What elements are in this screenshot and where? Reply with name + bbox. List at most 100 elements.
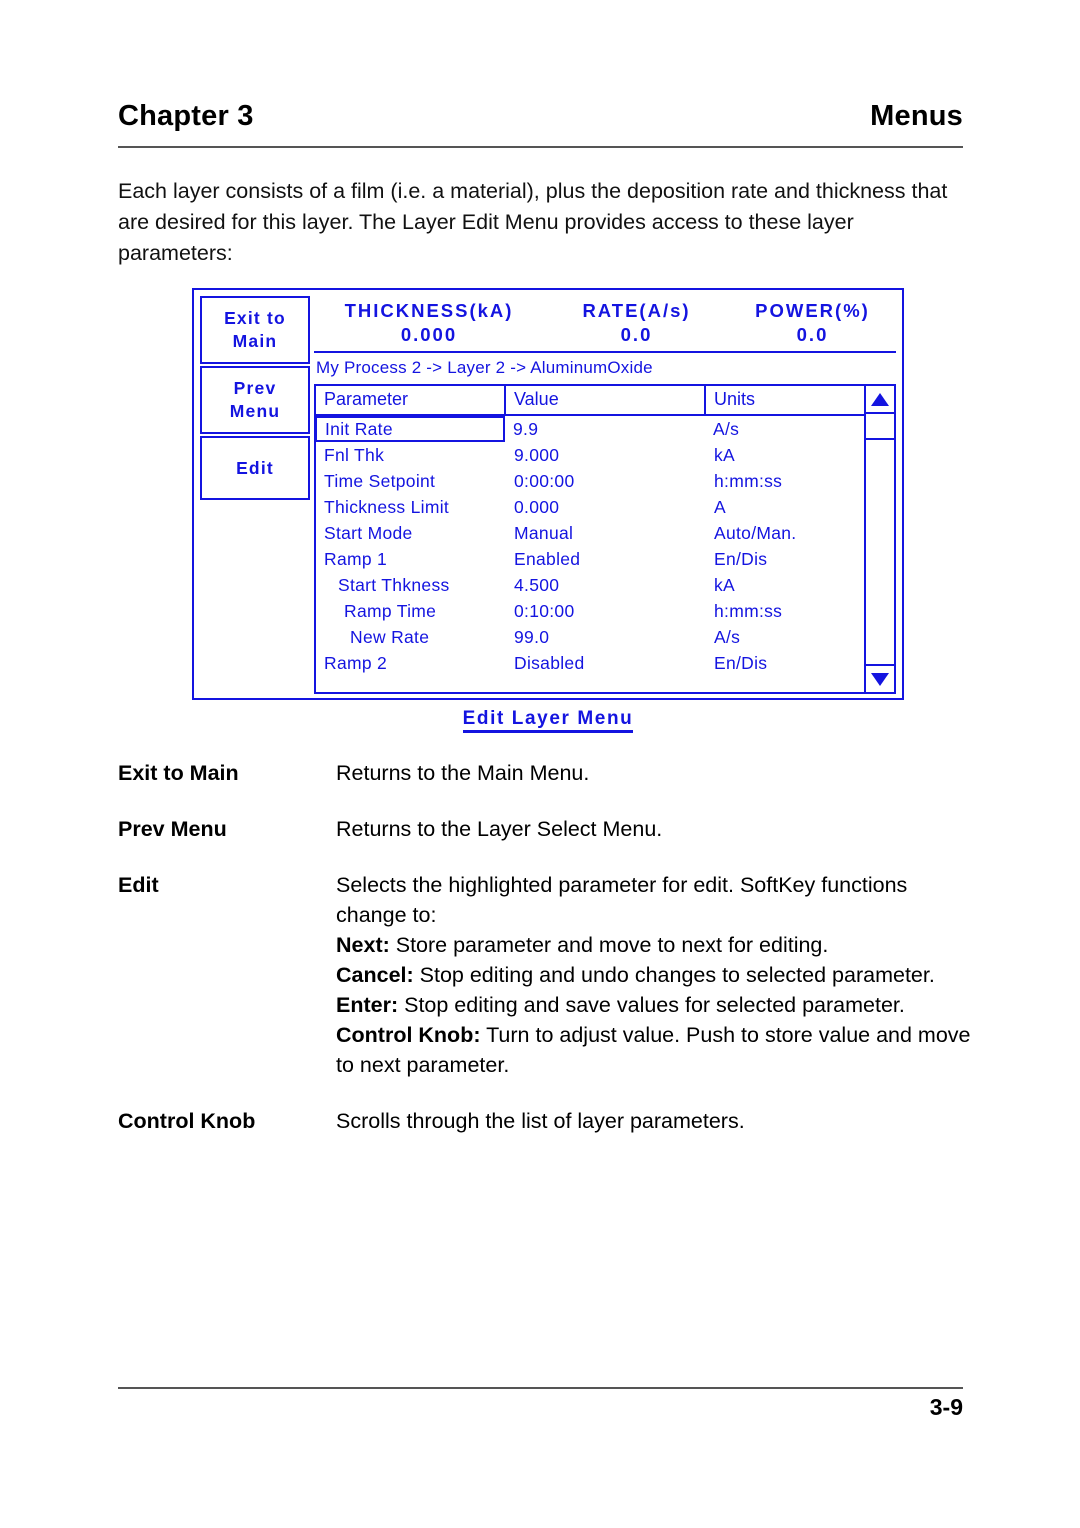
column-header-value: Value — [506, 386, 706, 414]
definition-term: Prev Menu — [118, 817, 227, 841]
definition-subline-text: Stop editing and undo changes to selecte… — [413, 963, 935, 987]
table-row[interactable]: Start Thkness 4.500 kA — [316, 572, 864, 598]
status-label-power: POWER(%) — [755, 300, 870, 321]
table-row[interactable]: Time Setpoint 0:00:00 h:mm:ss — [316, 468, 864, 494]
definition-subline-label: Enter: — [336, 993, 399, 1017]
definition-subline-label: Control Knob: — [336, 1023, 481, 1047]
definition-description-text: Selects the highlighted parameter for ed… — [336, 873, 908, 927]
cell-parameter: Fnl Thk — [324, 444, 385, 465]
status-value-rate: 0.0 — [620, 324, 653, 345]
scroll-up-button[interactable] — [866, 386, 894, 414]
definition-description-text: Returns to the Layer Select Menu. — [336, 817, 663, 841]
triangle-up-icon — [871, 392, 889, 406]
status-label-row: THICKNESS(kA) RATE(A/s) POWER(%) — [314, 296, 896, 322]
header-divider — [118, 146, 963, 148]
status-value-power: 0.0 — [796, 324, 829, 345]
definition-row: Edit Selects the highlighted parameter fo… — [118, 870, 978, 1080]
softkey-edit[interactable]: Edit — [200, 436, 310, 500]
softkey-prev-menu-line1: Prev — [233, 378, 277, 398]
cell-parameter: Ramp 2 — [324, 652, 388, 673]
table-row[interactable]: Start Mode Manual Auto/Man. — [316, 520, 864, 546]
table-row[interactable]: Ramp Time 0:10:00 h:mm:ss — [316, 598, 864, 624]
cell-value: Disabled — [514, 652, 585, 673]
cell-value: 4.500 — [514, 574, 560, 595]
definition-subline-text: Store parameter and move to next for edi… — [389, 933, 829, 957]
definition-subline: Enter: Stop editing and save values for … — [336, 990, 978, 1020]
definition-term: Exit to Main — [118, 761, 239, 785]
cell-parameter: Time Setpoint — [324, 470, 436, 491]
figure-caption: Edit Layer Menu — [192, 708, 904, 733]
cell-units: kA — [714, 574, 736, 595]
table-row[interactable]: Fnl Thk 9.000 kA — [316, 442, 864, 468]
table-row[interactable]: New Rate 99.0 A/s — [316, 624, 864, 650]
definition-subline: Cancel: Stop editing and undo changes to… — [336, 960, 978, 990]
column-header-parameter: Parameter — [316, 386, 506, 414]
column-header-units: Units — [714, 389, 756, 409]
cell-value: Manual — [514, 522, 574, 543]
softkey-exit-to-main[interactable]: Exit to Main — [200, 296, 310, 364]
softkey-column: Exit to Main Prev Menu Edit — [200, 296, 310, 500]
intro-paragraph: Each layer consists of a film (i.e. a ma… — [118, 179, 948, 265]
definition-description: Selects the highlighted parameter for ed… — [336, 870, 978, 1080]
definition-description: Scrolls through the list of layer parame… — [336, 1106, 978, 1136]
triangle-down-icon — [871, 672, 889, 686]
parameter-table-scrollbar[interactable] — [864, 386, 894, 692]
softkey-prev-menu[interactable]: Prev Menu — [200, 366, 310, 434]
cell-parameter: Thickness Limit — [324, 496, 450, 517]
table-row[interactable]: Init Rate 9.9 A/s — [315, 416, 864, 442]
scroll-down-button[interactable] — [866, 664, 894, 692]
cell-parameter: Start Thkness — [338, 574, 450, 595]
cell-value: 0.000 — [514, 496, 560, 517]
cell-parameter: Ramp Time — [344, 600, 437, 621]
definition-row: Exit to Main Returns to the Main Menu. — [118, 758, 978, 788]
parameter-table-rows: Init Rate 9.9 A/s Fnl Thk 9.000 kA Time Setpoi… — [315, 416, 864, 692]
table-row[interactable]: Thickness Limit 0.000 A — [316, 494, 864, 520]
cell-value: 0:00:00 — [514, 470, 575, 491]
cell-value: 9.9 — [513, 418, 539, 439]
status-label-rate: RATE(A/s) — [582, 300, 691, 321]
screen-panel: THICKNESS(kA) RATE(A/s) POWER(%) 0.000 0… — [314, 296, 896, 694]
cell-units: En/Dis — [714, 548, 768, 569]
footer-divider — [118, 1387, 963, 1389]
definition-description-text: Scrolls through the list of layer parame… — [336, 1109, 745, 1133]
definition-row: Control Knob Scrolls through the list of … — [118, 1106, 978, 1136]
definition-term: Edit — [118, 873, 159, 897]
definition-row: Prev Menu Returns to the Layer Select Men… — [118, 814, 978, 844]
scrollbar-thumb[interactable] — [866, 414, 894, 440]
figure-caption-text: Edit Layer Menu — [462, 708, 634, 733]
breadcrumb: My Process 2 -> Layer 2 -> AluminumOxide — [316, 358, 653, 377]
status-value-row: 0.000 0.0 0.0 — [314, 324, 896, 346]
softkey-prev-menu-line2: Menu — [229, 401, 281, 421]
softkey-exit-to-main-line1: Exit to — [224, 308, 286, 328]
cell-value: 0:10:00 — [514, 600, 575, 621]
cell-units: En/Dis — [714, 652, 768, 673]
cell-parameter: New Rate — [350, 626, 430, 647]
cell-units: A/s — [713, 418, 740, 439]
table-row[interactable]: Ramp 2 Disabled En/Dis — [316, 650, 864, 676]
scrollbar-track[interactable] — [866, 440, 894, 664]
definition-subline-label: Next: — [336, 933, 390, 957]
page-number: 3-9 — [929, 1394, 963, 1420]
definition-description-text: Returns to the Main Menu. — [336, 761, 590, 785]
definition-subline-text: Stop editing and save values for selecte… — [398, 993, 905, 1017]
definition-subline: Next: Store parameter and move to next f… — [336, 930, 978, 960]
cell-value: 99.0 — [514, 626, 550, 647]
cell-parameter: Start Mode — [324, 522, 413, 543]
softkey-exit-to-main-line2: Main — [232, 331, 278, 351]
cell-parameter: Ramp 1 — [324, 548, 388, 569]
cell-units: A/s — [714, 626, 741, 647]
parameter-table-body-wrap: Parameter Value Units Init Rate 9.9 A/s Fnl… — [315, 386, 864, 692]
cell-units: Auto/Man. — [714, 522, 797, 543]
softkey-definition-list: Exit to Main Returns to the Main Menu. Pre… — [118, 758, 978, 1162]
cell-units: h:mm:ss — [714, 470, 783, 491]
cell-value: 9.000 — [514, 444, 560, 465]
status-value-thickness: 0.000 — [400, 324, 458, 345]
running-header: Chapter 3 Menus — [118, 100, 963, 133]
definition-description: Returns to the Layer Select Menu. — [336, 814, 978, 844]
cell-units: A — [714, 496, 726, 517]
parameter-table-header: Parameter Value Units — [316, 386, 864, 416]
table-row[interactable]: Ramp 1 Enabled En/Dis — [316, 546, 864, 572]
cell-parameter: Init Rate — [315, 416, 505, 442]
parameter-table: Parameter Value Units Init Rate 9.9 A/s Fnl… — [314, 384, 896, 694]
device-screen-figure: Exit to Main Prev Menu Edit THICKNESS(kA… — [192, 288, 904, 700]
